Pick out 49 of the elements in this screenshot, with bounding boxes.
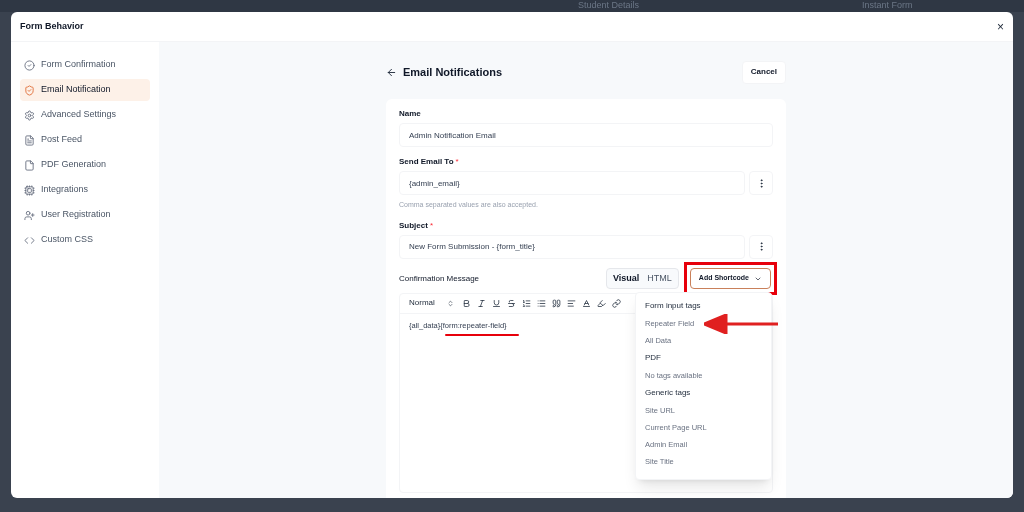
- sidebar-item[interactable]: PDF Generation: [20, 154, 150, 176]
- close-button[interactable]: ×: [997, 20, 1004, 33]
- sidebar-item[interactable]: Email Notification: [20, 79, 150, 101]
- quote-icon[interactable]: [551, 298, 561, 308]
- field-label: Confirmation Message: [399, 272, 480, 285]
- back-icon[interactable]: [386, 66, 397, 78]
- document-icon: [24, 134, 35, 146]
- text-field[interactable]: Admin Notification Email: [399, 123, 773, 147]
- bullet-list-icon[interactable]: [536, 298, 546, 308]
- required-mark: *: [455, 156, 459, 168]
- text-color-icon[interactable]: [581, 298, 591, 308]
- chip-icon: [24, 184, 35, 196]
- bold-icon[interactable]: [461, 298, 471, 308]
- settings-icon: [24, 109, 35, 121]
- check-circle-icon: [24, 59, 35, 71]
- sidebar-item[interactable]: Advanced Settings: [20, 104, 150, 126]
- field-label: Send Email To: [399, 156, 454, 168]
- cancel-button[interactable]: Cancel: [741, 60, 786, 84]
- mode-tab[interactable]: Visual: [610, 271, 642, 286]
- file-icon: [24, 159, 35, 171]
- dropdown-heading: Generic tags: [645, 387, 692, 399]
- highlight-icon[interactable]: [596, 298, 606, 308]
- italic-icon[interactable]: [476, 298, 486, 308]
- format-select[interactable]: Normal: [409, 297, 454, 309]
- mode-tab[interactable]: HTML: [645, 271, 674, 286]
- user-plus-icon: [24, 209, 35, 221]
- strikethrough-icon[interactable]: [506, 298, 516, 308]
- dropdown-heading: Form input tags: [645, 300, 702, 312]
- field-label: Subject: [399, 219, 428, 232]
- modal-title: Form Behavior: [20, 19, 84, 33]
- align-icon[interactable]: [566, 298, 576, 308]
- text-field[interactable]: New Form Submission - {form_title}: [399, 234, 745, 259]
- up-down-icon: [446, 299, 454, 307]
- field-label: Name: [399, 108, 421, 120]
- ordered-list-icon[interactable]: [521, 298, 531, 308]
- text-field[interactable]: {admin_email}: [399, 171, 745, 195]
- sidebar-item[interactable]: Post Feed: [20, 129, 150, 151]
- code-icon: [24, 234, 35, 246]
- sidebar-item[interactable]: Integrations: [20, 179, 150, 201]
- underline-icon[interactable]: [491, 298, 501, 308]
- dropdown-heading: PDF: [645, 352, 662, 364]
- sidebar-item[interactable]: Custom CSS: [20, 229, 150, 251]
- background-title: Student Details: [578, 0, 640, 10]
- sidebar-item[interactable]: User Registration: [20, 204, 150, 226]
- shield-icon: [24, 84, 35, 96]
- sidebar-item[interactable]: Form Confirmation: [20, 54, 150, 76]
- link-icon[interactable]: [611, 298, 621, 308]
- page-title: Email Notifications: [403, 64, 503, 80]
- required-mark: *: [429, 219, 434, 232]
